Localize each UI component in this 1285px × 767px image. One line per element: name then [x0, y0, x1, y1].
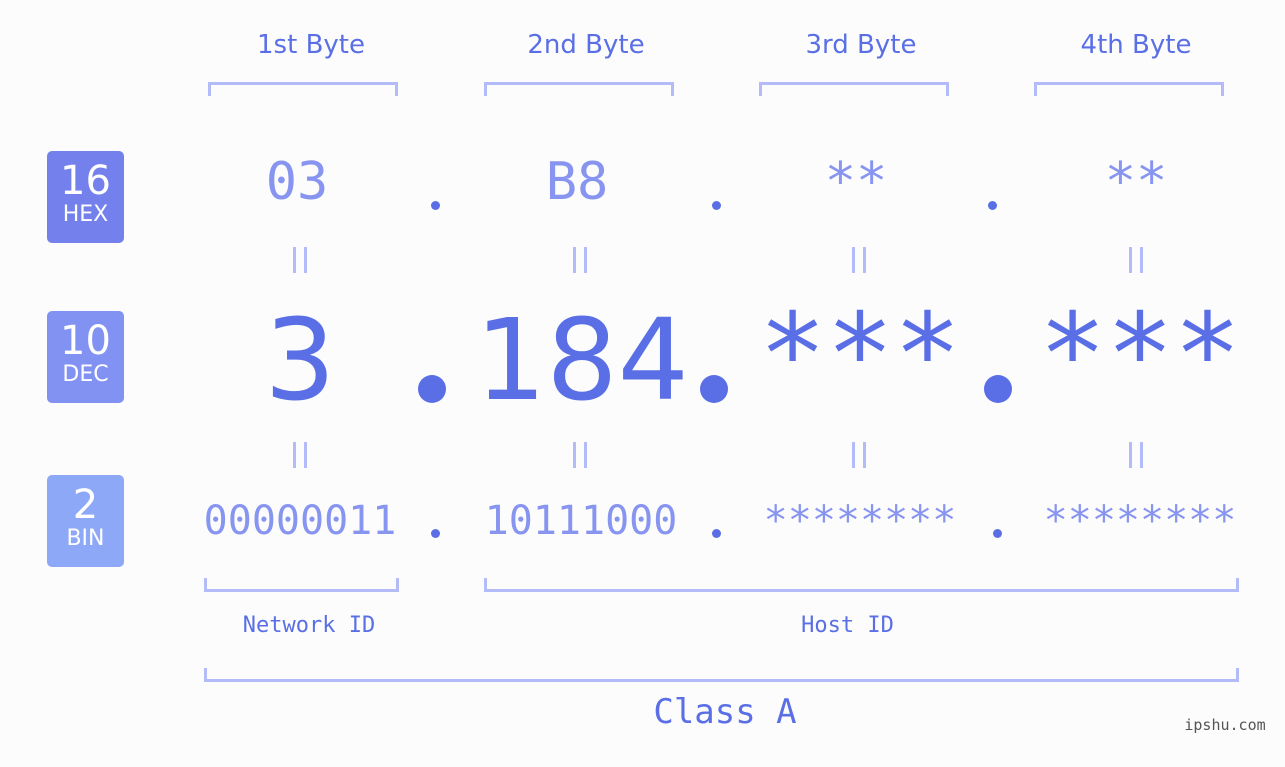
hex-badge: 16 HEX	[47, 151, 124, 243]
equals-icon	[573, 442, 587, 468]
hex-dot-1	[431, 201, 440, 210]
bin-badge-label: BIN	[66, 526, 105, 551]
bin-dot-1	[431, 529, 440, 538]
dec-dot-2	[700, 375, 728, 403]
byte-header-4: 4th Byte	[1080, 30, 1192, 60]
hex-byte-3: **	[824, 152, 888, 212]
dec-badge-number: 10	[60, 318, 111, 364]
network-id-label: Network ID	[242, 613, 376, 638]
dec-byte-1: 3	[264, 296, 336, 426]
dec-byte-3: ***	[758, 290, 962, 420]
class-bracket	[204, 668, 1239, 682]
bin-dot-3	[993, 529, 1002, 538]
equals-icon	[573, 247, 587, 273]
dec-badge: 10 DEC	[47, 311, 124, 403]
watermark: ipshu.com	[1184, 716, 1266, 734]
dec-byte-4: ***	[1038, 290, 1242, 420]
dec-badge-label: DEC	[62, 362, 109, 387]
host-id-label: Host ID	[801, 613, 894, 638]
byte-bracket-4	[1034, 82, 1224, 96]
bin-byte-3: ********	[763, 498, 957, 544]
equals-icon	[293, 247, 307, 273]
bin-badge: 2 BIN	[47, 475, 124, 567]
dec-dot-1	[418, 375, 446, 403]
hex-dot-3	[988, 201, 997, 210]
hex-byte-4: **	[1104, 152, 1168, 212]
byte-header-1: 1st Byte	[257, 30, 365, 60]
dec-byte-2: 184	[475, 296, 689, 426]
hex-dot-2	[712, 201, 721, 210]
hex-byte-1: 03	[265, 152, 329, 212]
equals-icon	[1129, 247, 1143, 273]
bin-badge-number: 2	[72, 482, 99, 528]
host-id-bracket	[484, 578, 1239, 592]
hex-byte-2: B8	[545, 152, 609, 212]
bin-dot-2	[712, 529, 721, 538]
bin-byte-1: 00000011	[203, 498, 397, 544]
class-label: Class A	[653, 692, 797, 732]
equals-icon	[1129, 442, 1143, 468]
dec-dot-3	[984, 375, 1012, 403]
equals-icon	[293, 442, 307, 468]
hex-badge-label: HEX	[62, 202, 109, 227]
equals-icon	[852, 442, 866, 468]
byte-header-3: 3rd Byte	[805, 30, 917, 60]
equals-icon	[852, 247, 866, 273]
byte-header-2: 2nd Byte	[527, 30, 645, 60]
byte-bracket-2	[484, 82, 674, 96]
byte-bracket-3	[759, 82, 949, 96]
network-id-bracket	[204, 578, 399, 592]
bin-byte-2: 10111000	[484, 498, 678, 544]
hex-badge-number: 16	[60, 158, 111, 204]
byte-bracket-1	[208, 82, 398, 96]
bin-byte-4: ********	[1043, 498, 1237, 544]
